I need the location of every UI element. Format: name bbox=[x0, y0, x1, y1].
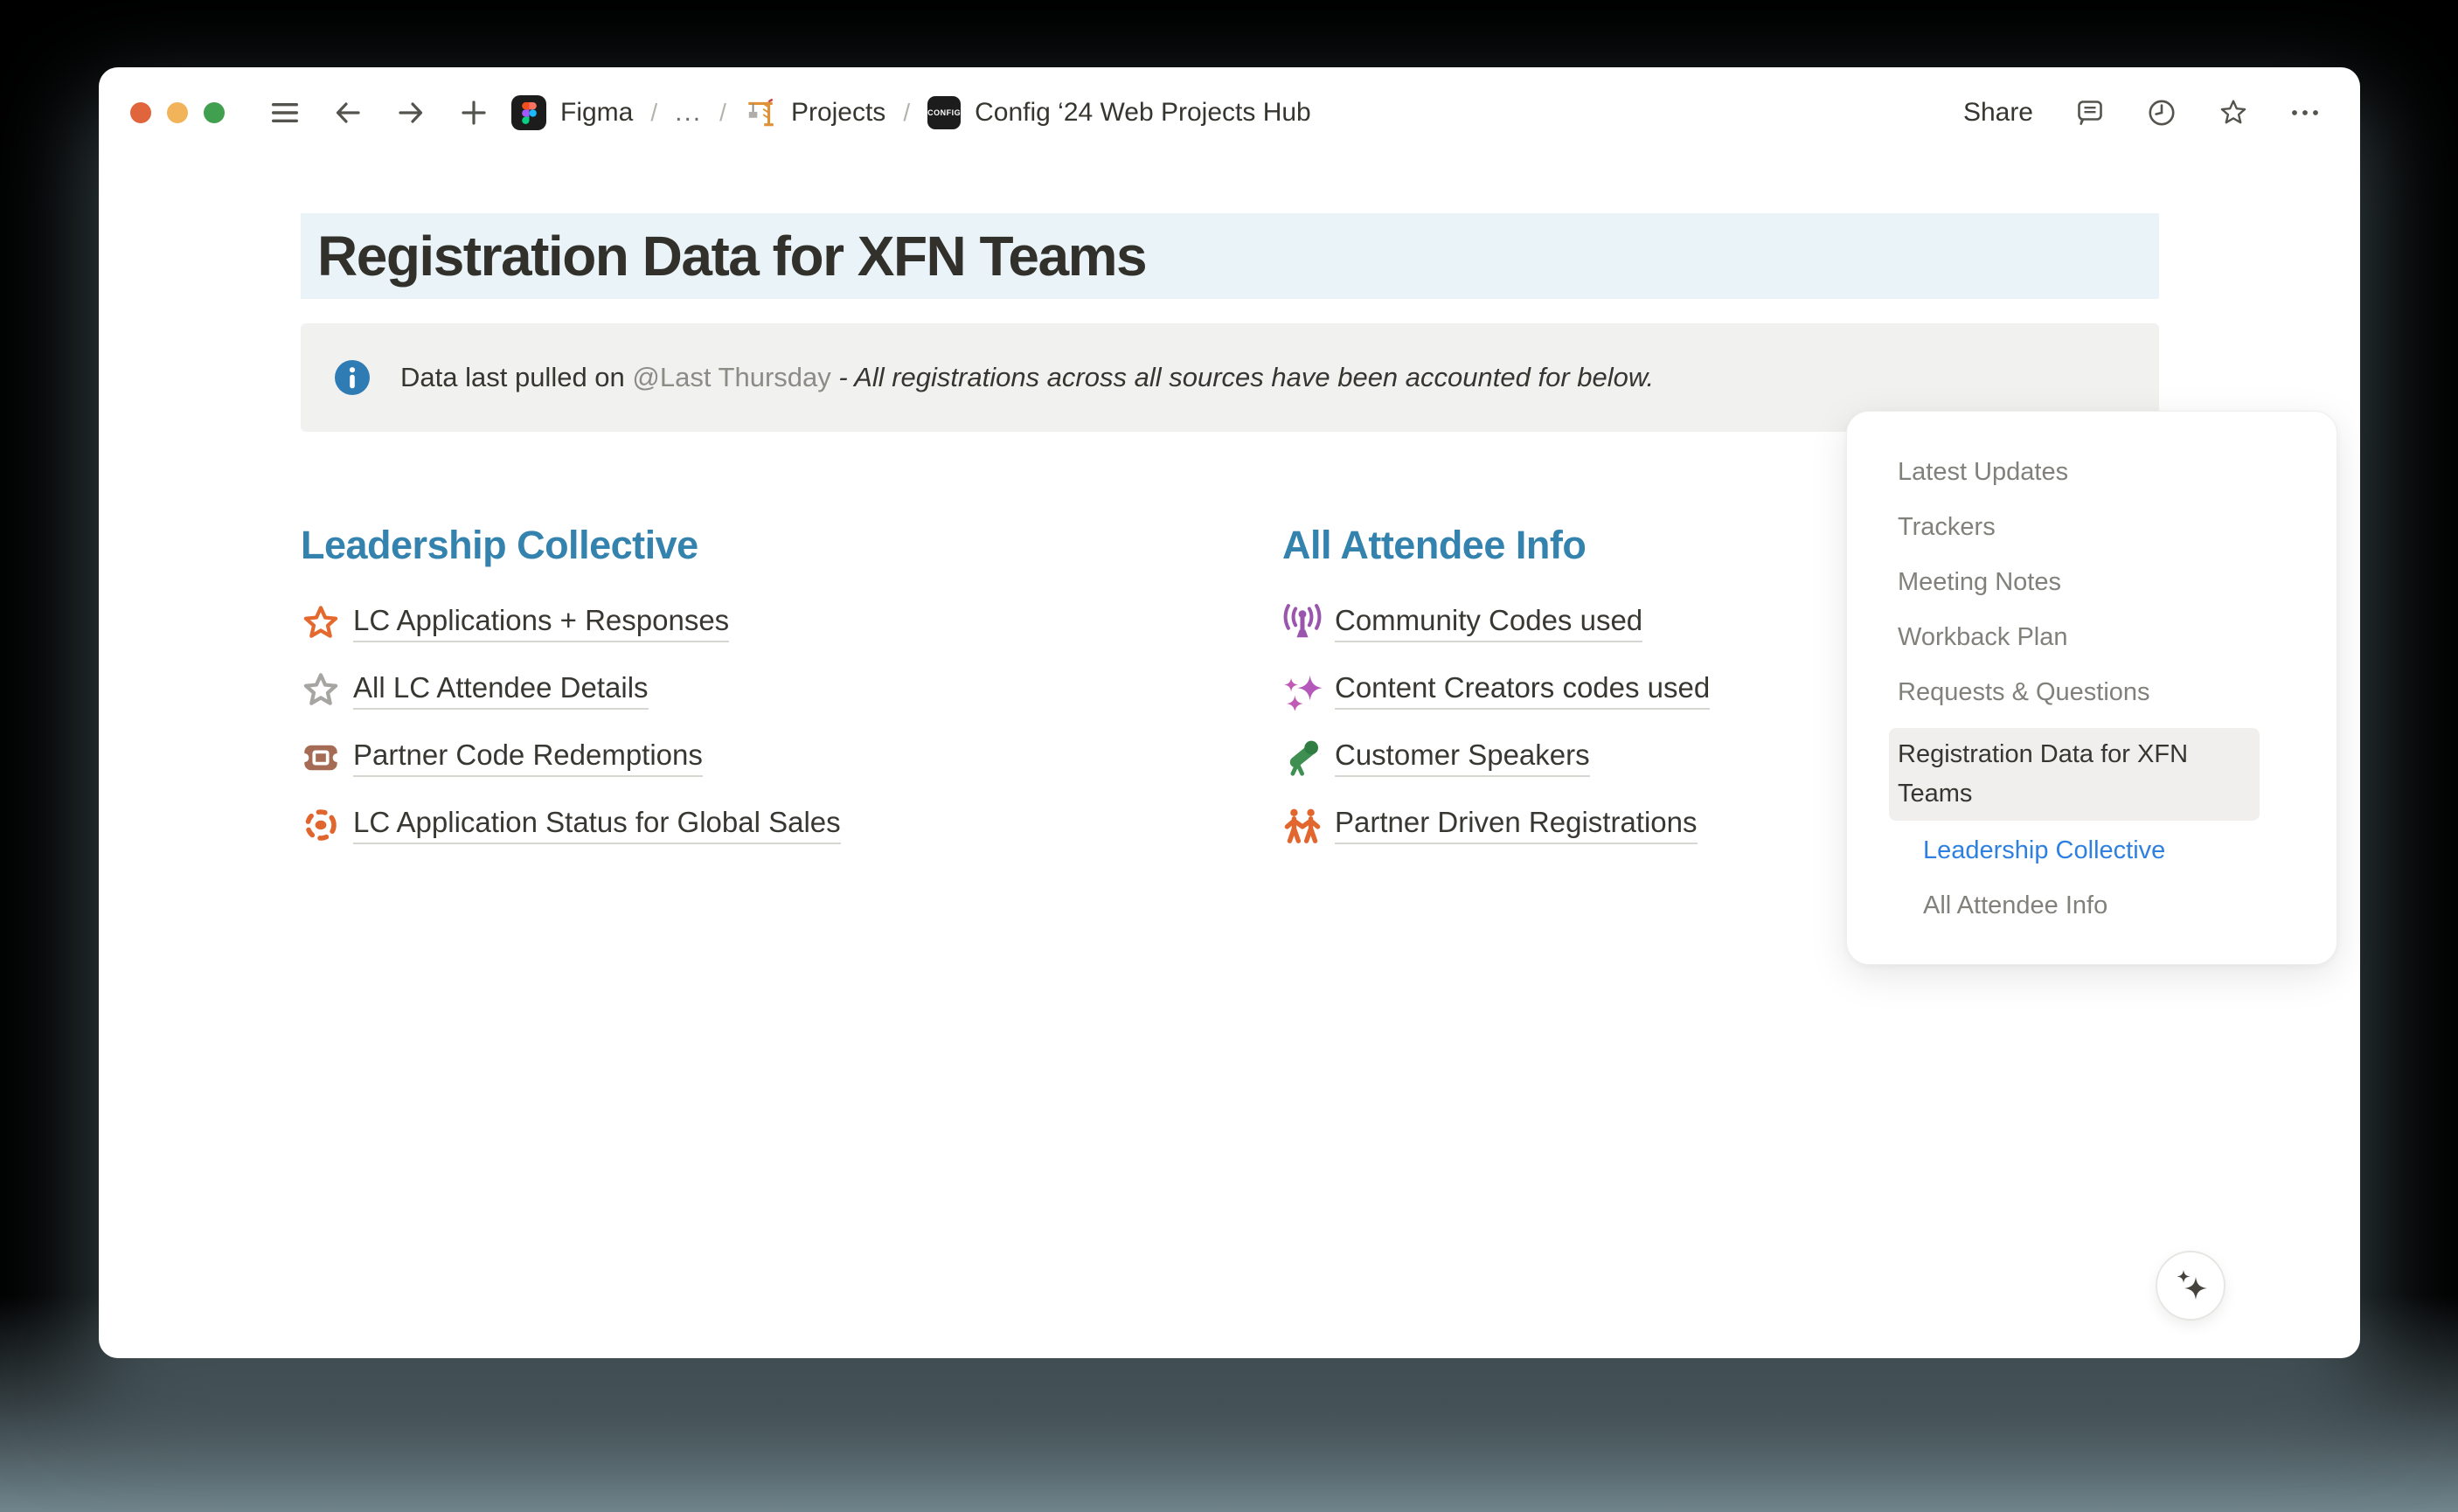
page-link[interactable]: Partner Code Redemptions bbox=[301, 738, 1227, 778]
page-link-label: LC Applications + Responses bbox=[353, 604, 729, 642]
breadcrumb-collapsed-item[interactable]: ... bbox=[675, 98, 702, 128]
share-button[interactable]: Share bbox=[1963, 98, 2033, 128]
zoom-window-button[interactable] bbox=[204, 102, 225, 123]
section-heading: Leadership Collective bbox=[301, 523, 1227, 568]
clock-icon[interactable] bbox=[2147, 98, 2177, 128]
hamburger-icon[interactable] bbox=[270, 98, 300, 128]
brown-frame-icon bbox=[301, 738, 341, 778]
breadcrumb-label: Figma bbox=[560, 98, 633, 128]
sparkle-icon bbox=[2170, 1265, 2212, 1307]
app-window: Figma / ... / Projects bbox=[99, 67, 2360, 1358]
breadcrumb-label: Projects bbox=[791, 98, 885, 128]
breadcrumb: Figma / ... / Projects bbox=[511, 95, 1311, 130]
traffic-lights bbox=[130, 102, 225, 123]
page-link-label: Community Codes used bbox=[1335, 604, 1642, 642]
toc-item-trackers[interactable]: Trackers bbox=[1847, 508, 2336, 546]
breadcrumb-item-figma[interactable]: Figma bbox=[511, 95, 633, 130]
toc-item-latest-updates[interactable]: Latest Updates bbox=[1847, 453, 2336, 491]
sparkles-icon bbox=[1282, 670, 1323, 711]
nav-buttons bbox=[270, 98, 489, 128]
callout-emphasis: - All registrations across all sources h… bbox=[831, 362, 1654, 392]
close-window-button[interactable] bbox=[130, 102, 151, 123]
gray-star-icon bbox=[301, 670, 341, 711]
minimize-window-button[interactable] bbox=[167, 102, 188, 123]
back-arrow-icon[interactable] bbox=[333, 98, 363, 128]
toc-item-requests-questions[interactable]: Requests & Questions bbox=[1847, 673, 2336, 711]
favorite-star-icon[interactable] bbox=[2218, 98, 2248, 128]
breadcrumb-label: Config ‘24 Web Projects Hub bbox=[975, 98, 1311, 128]
page-link-label: Customer Speakers bbox=[1335, 739, 1590, 777]
ellipsis-icon[interactable] bbox=[2290, 98, 2320, 128]
config-chip: CONFIG bbox=[927, 96, 961, 129]
breadcrumb-separator: / bbox=[650, 99, 657, 127]
figma-logo-icon bbox=[511, 95, 546, 130]
ai-assistant-button[interactable] bbox=[2156, 1251, 2225, 1321]
dotted-circle-icon bbox=[301, 805, 341, 845]
toc-item-meeting-notes[interactable]: Meeting Notes bbox=[1847, 563, 2336, 601]
toc-item-leadership-collective[interactable]: Leadership Collective bbox=[1847, 831, 2336, 870]
breadcrumb-item-projects[interactable]: Projects bbox=[744, 96, 885, 129]
page-link-label: Partner Code Redemptions bbox=[353, 739, 703, 777]
comment-icon[interactable] bbox=[2075, 98, 2105, 128]
date-mention[interactable]: @Last Thursday bbox=[632, 362, 830, 392]
page-link-label: LC Application Status for Global Sales bbox=[353, 806, 841, 844]
page-link[interactable]: LC Applications + Responses bbox=[301, 603, 1227, 643]
page-link-label: All LC Attendee Details bbox=[353, 671, 649, 710]
toolbar-right: Share bbox=[1963, 98, 2320, 128]
info-icon bbox=[334, 359, 371, 396]
toolbar: Figma / ... / Projects bbox=[99, 67, 2360, 158]
page-title: Registration Data for XFN Teams bbox=[317, 224, 1146, 288]
section-leadership-collective: Leadership Collective LC Applications + … bbox=[301, 523, 1227, 872]
page-link[interactable]: All LC Attendee Details bbox=[301, 670, 1227, 711]
page-link-label: Partner Driven Registrations bbox=[1335, 806, 1698, 844]
forward-arrow-icon[interactable] bbox=[396, 98, 426, 128]
plus-icon[interactable] bbox=[459, 98, 489, 128]
antenna-icon bbox=[1282, 603, 1323, 643]
breadcrumb-separator: / bbox=[903, 99, 910, 127]
breadcrumb-item-config-hub[interactable]: CONFIG Config ‘24 Web Projects Hub bbox=[927, 96, 1311, 129]
page-link-label: Content Creators codes used bbox=[1335, 671, 1710, 710]
crane-icon bbox=[744, 96, 777, 129]
callout-text: Data last pulled on @Last Thursday - All… bbox=[400, 362, 1654, 393]
microphone-icon bbox=[1282, 738, 1323, 778]
orange-star-icon bbox=[301, 603, 341, 643]
people-icon bbox=[1282, 805, 1323, 845]
page-title-block: Registration Data for XFN Teams bbox=[301, 213, 2159, 299]
page-link[interactable]: LC Application Status for Global Sales bbox=[301, 805, 1227, 845]
callout-prefix: Data last pulled on bbox=[400, 362, 632, 392]
toc-item-all-attendee-info[interactable]: All Attendee Info bbox=[1847, 886, 2336, 925]
toc-item-registration-data-active[interactable]: Registration Data for XFN Teams bbox=[1889, 728, 2260, 821]
table-of-contents-panel: Latest Updates Trackers Meeting Notes Wo… bbox=[1846, 411, 2337, 965]
breadcrumb-separator: / bbox=[719, 99, 726, 127]
toc-item-workback-plan[interactable]: Workback Plan bbox=[1847, 618, 2336, 656]
